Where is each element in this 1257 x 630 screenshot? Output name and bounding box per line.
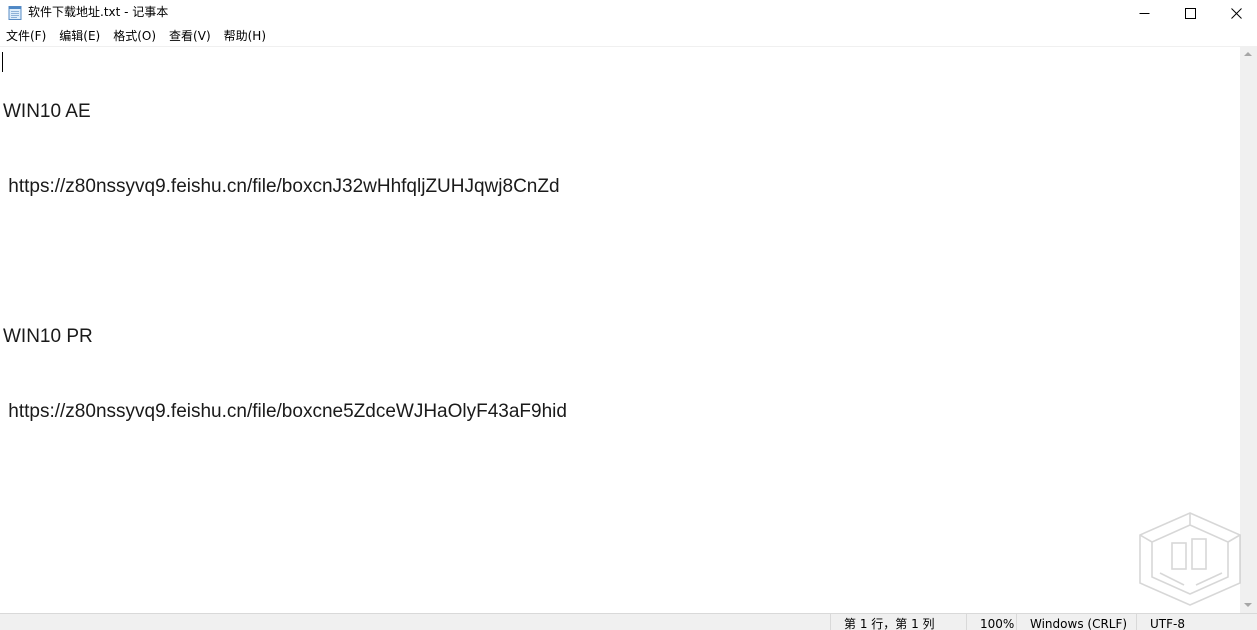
document-text[interactable]: WIN10 AE https://z80nssyvq9.feishu.cn/fi…: [3, 49, 567, 474]
text-encoding: UTF-8: [1136, 614, 1250, 630]
menu-file[interactable]: 文件(F): [0, 26, 53, 46]
close-button[interactable]: [1213, 0, 1257, 26]
maximize-button[interactable]: [1167, 0, 1213, 26]
zoom-level: 100%: [966, 614, 1020, 630]
minimize-button[interactable]: [1121, 0, 1167, 26]
notepad-window: 软件下载地址.txt - 记事本 文件(F) 编辑(E) 格式(O) 查看(V)…: [0, 0, 1257, 630]
line-ending: Windows (CRLF): [1016, 614, 1138, 630]
minimize-icon: [1139, 12, 1149, 14]
text-editor[interactable]: WIN10 AE https://z80nssyvq9.feishu.cn/fi…: [0, 46, 1240, 614]
menu-view[interactable]: 查看(V): [163, 26, 218, 46]
scroll-up-arrow-icon[interactable]: [1244, 52, 1252, 56]
watermark-logo-icon: [1139, 512, 1241, 606]
text-line: WIN10 PR: [3, 326, 93, 347]
text-line: WIN10 AE: [3, 101, 91, 122]
text-line: [3, 249, 567, 274]
menu-help[interactable]: 帮助(H): [218, 26, 273, 46]
window-title: 软件下载地址.txt - 记事本: [28, 5, 169, 19]
status-bar: 第 1 行，第 1 列 100% Windows (CRLF) UTF-8: [0, 613, 1257, 630]
text-line: https://z80nssyvq9.feishu.cn/file/boxcnJ…: [3, 176, 560, 197]
menu-edit[interactable]: 编辑(E): [53, 26, 107, 46]
menu-bar: 文件(F) 编辑(E) 格式(O) 查看(V) 帮助(H): [0, 26, 1257, 46]
close-icon: [1230, 7, 1242, 19]
maximize-icon: [1184, 7, 1196, 19]
notepad-icon: [8, 6, 22, 20]
title-bar[interactable]: 软件下载地址.txt - 记事本: [0, 0, 1257, 26]
cursor-position: 第 1 行，第 1 列: [830, 614, 974, 630]
menu-format[interactable]: 格式(O): [107, 26, 163, 46]
text-line: https://z80nssyvq9.feishu.cn/file/boxcne…: [3, 401, 567, 422]
